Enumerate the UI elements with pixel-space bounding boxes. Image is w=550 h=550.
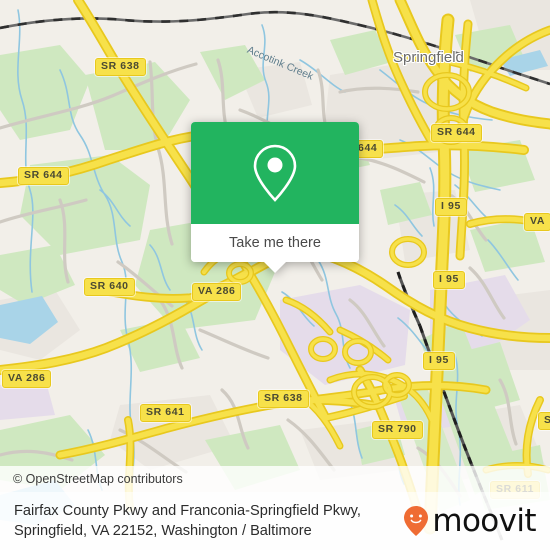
footer-caption-bar: Fairfax County Pkwy and Franconia-Spring…: [0, 492, 550, 550]
road-shield-sr-638-nw[interactable]: SR 638: [95, 58, 146, 76]
road-shield-i-95-c[interactable]: I 95: [433, 271, 465, 289]
popup-header: [191, 122, 359, 224]
popup-inner: Take me there: [191, 122, 359, 262]
road-shield-sr-644-w[interactable]: SR 644: [18, 167, 69, 185]
road-shield-sr-638-s[interactable]: SR 638: [258, 390, 309, 408]
road-shield-sr-644-e[interactable]: SR 644: [431, 124, 482, 142]
road-shield-sr-clip-e[interactable]: SR: [538, 412, 550, 430]
map-screenshot: Accotink Creek Springfield SR 638 SR 644…: [0, 0, 550, 550]
road-shield-i-95-s[interactable]: I 95: [423, 352, 455, 370]
place-label-springfield: Springfield: [393, 49, 464, 66]
map-attribution-bar: © OpenStreetMap contributors: [0, 466, 550, 492]
map-pin-icon: [253, 144, 297, 202]
road-shield-i-95-n[interactable]: I 95: [435, 198, 467, 216]
road-shield-sr-640[interactable]: SR 640: [84, 278, 135, 296]
road-shield-sr-790[interactable]: SR 790: [372, 421, 423, 439]
moovit-logo[interactable]: moovit: [403, 505, 550, 537]
caption-line-1: Fairfax County Pkwy and Franconia-Spring…: [14, 503, 361, 519]
popup-pointer-tail: [264, 262, 286, 273]
location-caption: Fairfax County Pkwy and Franconia-Spring…: [0, 501, 403, 541]
road-shield-sr-641[interactable]: SR 641: [140, 404, 191, 422]
road-shield-va-clip-e[interactable]: VA: [524, 213, 550, 231]
location-popup-card[interactable]: Take me there: [191, 122, 359, 273]
caption-line-2: Springfield, VA 22152, Washington / Balt…: [14, 523, 312, 539]
osm-attribution-text[interactable]: © OpenStreetMap contributors: [0, 472, 183, 486]
popup-footer[interactable]: Take me there: [191, 224, 359, 262]
moovit-wordmark: moovit: [432, 502, 536, 539]
road-shield-va-286-w[interactable]: VA 286: [2, 370, 52, 388]
moovit-pin-icon: [404, 506, 429, 536]
road-shield-va-286-c[interactable]: VA 286: [192, 283, 242, 301]
take-me-there-label: Take me there: [229, 235, 321, 251]
